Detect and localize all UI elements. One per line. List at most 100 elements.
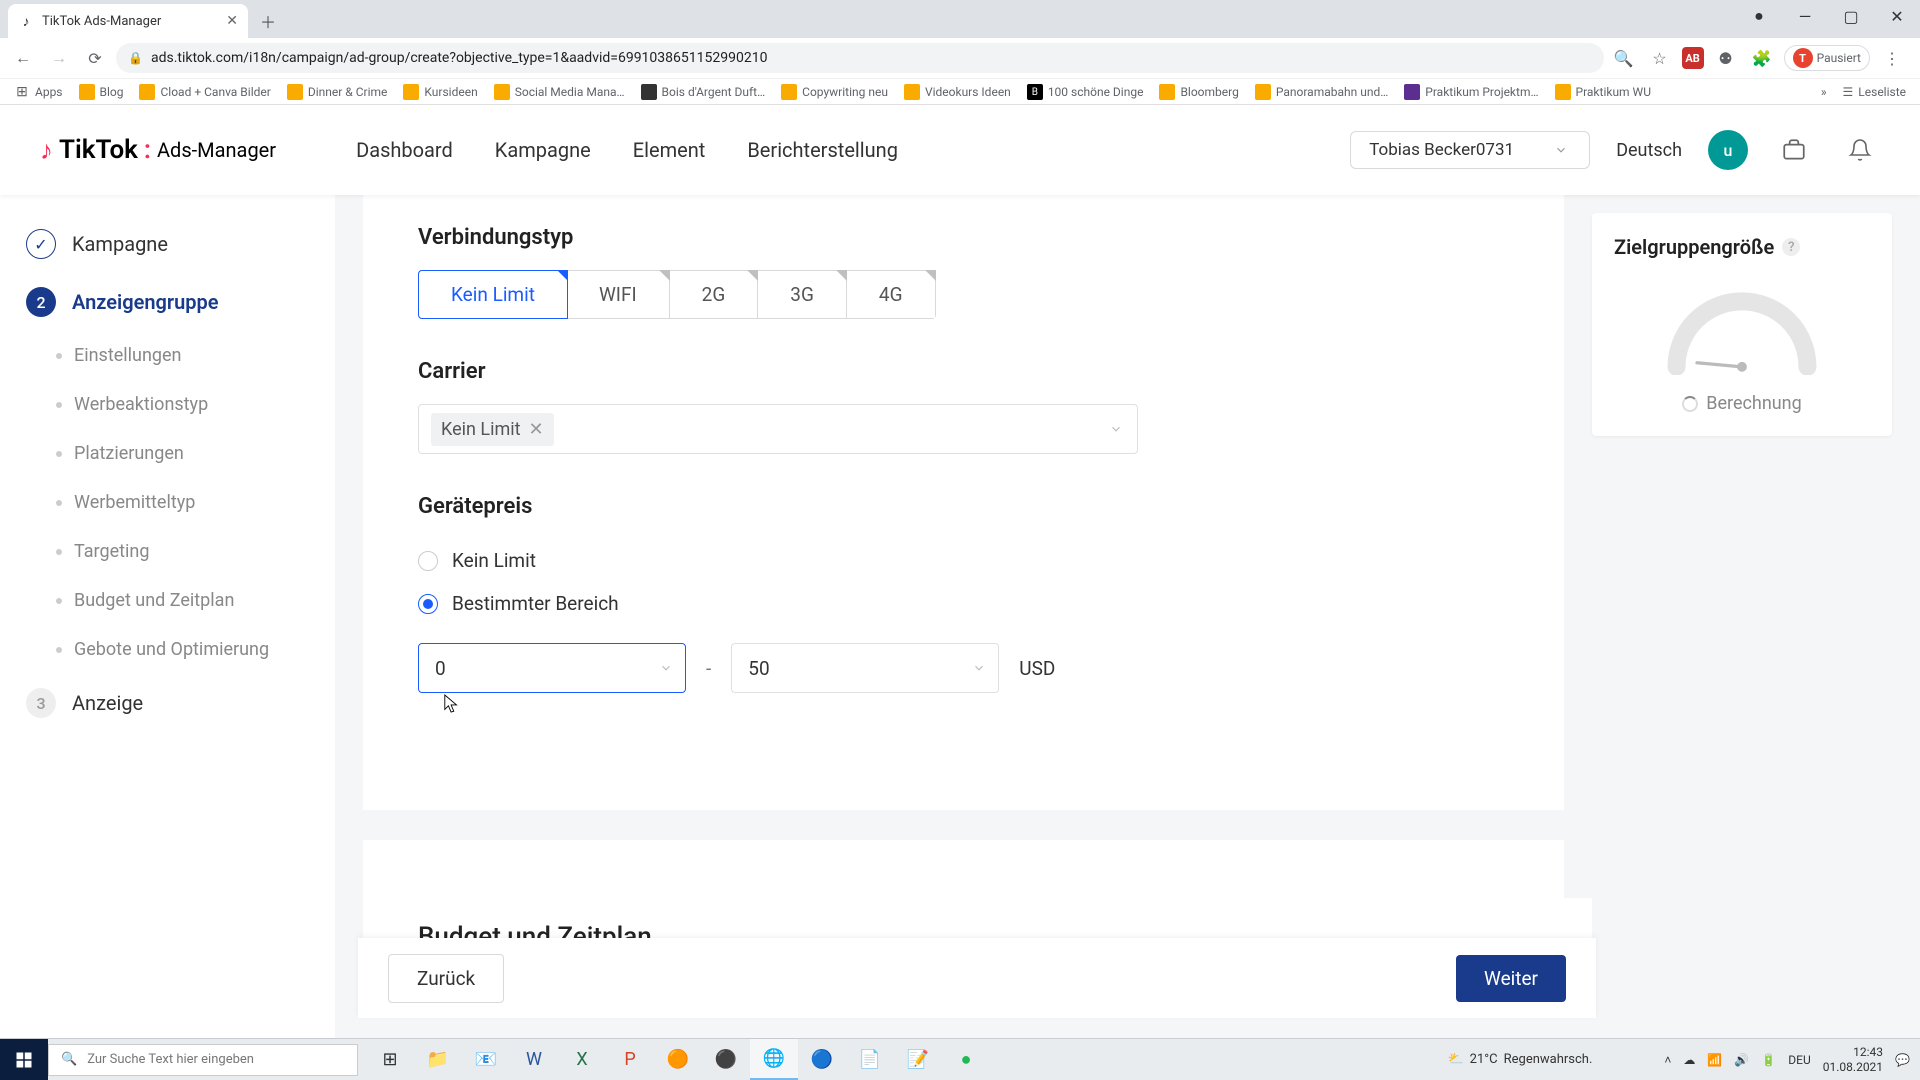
clock[interactable]: 12:43 01.08.2021 <box>1823 1045 1883 1074</box>
user-avatar[interactable]: u <box>1708 130 1748 170</box>
taskbar-search[interactable]: 🔍 Zur Suche Text hier eingeben <box>48 1044 358 1076</box>
remove-chip-icon[interactable]: ✕ <box>529 419 544 440</box>
seg-4g[interactable]: 4G <box>847 271 935 318</box>
step-kampagne[interactable]: ✓ Kampagne <box>0 215 335 273</box>
bookmark-item[interactable]: B100 schöne Dinge <box>1021 81 1150 103</box>
substep-einstellungen[interactable]: Einstellungen <box>46 331 335 380</box>
bell-icon[interactable] <box>1840 130 1880 170</box>
back-button[interactable]: ← <box>8 43 38 73</box>
explorer-icon[interactable]: 📁 <box>414 1039 462 1080</box>
radio-kein-limit[interactable]: Kein Limit <box>418 539 1509 582</box>
back-button[interactable]: Zurück <box>388 954 504 1003</box>
language-selector[interactable]: Deutsch <box>1616 140 1682 161</box>
bookmark-item[interactable]: Praktikum WU <box>1549 81 1657 103</box>
star-icon[interactable]: ☆ <box>1646 44 1674 72</box>
folder-icon <box>781 84 797 100</box>
bookmark-item[interactable]: Bois d'Argent Duft… <box>635 81 772 103</box>
logo[interactable]: ♪ TikTok : Ads-Manager <box>40 135 276 166</box>
nav-element[interactable]: Element <box>633 138 706 162</box>
bookmark-overflow[interactable]: » <box>1815 82 1833 102</box>
app-icon[interactable]: 📝 <box>894 1039 942 1080</box>
bookmark-item[interactable]: Copywriting neu <box>775 81 894 103</box>
seg-kein-limit[interactable]: Kein Limit <box>418 270 568 319</box>
step-anzeige[interactable]: 3 Anzeige <box>0 674 335 732</box>
bookmark-item[interactable]: Videokurs Ideen <box>898 81 1017 103</box>
input-lang[interactable]: DEU <box>1788 1053 1810 1067</box>
bookmark-item[interactable]: Blog <box>73 81 130 103</box>
bookmark-item[interactable]: Dinner & Crime <box>281 81 394 103</box>
apps-bookmark[interactable]: ⊞Apps <box>8 81 69 103</box>
currency-label: USD <box>1019 657 1055 680</box>
close-window-button[interactable]: ✕ <box>1874 0 1920 32</box>
edge-icon[interactable]: 🔵 <box>798 1039 846 1080</box>
account-dropdown[interactable]: Tobias Becker0731 <box>1350 131 1590 169</box>
seg-2g[interactable]: 2G <box>670 271 759 318</box>
step-anzeigengruppe[interactable]: 2 Anzeigengruppe <box>0 273 335 331</box>
reading-list-button[interactable]: ☰Leseliste <box>1837 82 1912 102</box>
radio-bestimmter-bereich[interactable]: Bestimmter Bereich <box>418 582 1509 625</box>
price-from-dropdown[interactable]: 0 <box>418 643 686 693</box>
obs-icon[interactable]: ⚫ <box>702 1039 750 1080</box>
profile-paused-pill[interactable]: T Pausiert <box>1784 45 1870 71</box>
app-icon[interactable]: 🟠 <box>654 1039 702 1080</box>
chrome-icon[interactable]: 🌐 <box>750 1039 798 1080</box>
nav-kampagne[interactable]: Kampagne <box>495 138 591 162</box>
substep-werbeaktionstyp[interactable]: Werbeaktionstyp <box>46 380 335 429</box>
bookmark-item[interactable]: Bloomberg <box>1153 81 1244 103</box>
reload-button[interactable]: ⟳ <box>80 43 110 73</box>
substep-werbemitteltyp[interactable]: Werbemitteltyp <box>46 478 335 527</box>
volume-icon[interactable]: 🔊 <box>1734 1053 1749 1067</box>
substep-gebote-optimierung[interactable]: Gebote und Optimierung <box>46 625 335 674</box>
connection-title: Verbindungstyp <box>418 225 1509 250</box>
substep-targeting[interactable]: Targeting <box>46 527 335 576</box>
carrier-select[interactable]: Kein Limit ✕ <box>418 404 1138 454</box>
substep-platzierungen[interactable]: Platzierungen <box>46 429 335 478</box>
briefcase-icon[interactable] <box>1774 130 1814 170</box>
nav-dashboard[interactable]: Dashboard <box>356 138 453 162</box>
url-field[interactable]: 🔒 ads.tiktok.com/i18n/campaign/ad-group/… <box>116 43 1604 73</box>
price-to-dropdown[interactable]: 50 <box>731 643 999 693</box>
network-icon[interactable]: 📶 <box>1707 1053 1722 1067</box>
forward-button[interactable]: → <box>44 43 74 73</box>
extensions-puzzle-icon[interactable]: 🧩 <box>1748 44 1776 72</box>
browser-tab[interactable]: ♪ TikTok Ads-Manager ✕ <box>8 4 248 38</box>
bookmark-item[interactable]: Kursideen <box>397 81 483 103</box>
zoom-icon[interactable]: 🔍 <box>1610 44 1638 72</box>
notifications-icon[interactable]: 💬 <box>1895 1053 1910 1067</box>
windows-taskbar: 🔍 Zur Suche Text hier eingeben ⊞ 📁 📧 W X… <box>0 1038 1920 1080</box>
spotify-icon[interactable]: ● <box>942 1039 990 1080</box>
extension-adblock-icon[interactable]: AB <box>1682 47 1704 69</box>
bookmark-item[interactable]: Cload + Canva Bilder <box>133 81 276 103</box>
battery-icon[interactable]: 🔋 <box>1761 1053 1776 1067</box>
minimize-button[interactable]: — <box>1782 0 1828 32</box>
powerpoint-icon[interactable]: P <box>606 1039 654 1080</box>
weather-widget[interactable]: ⛅ 21°C Regenwahrsch. <box>1447 1052 1592 1067</box>
task-view-icon[interactable]: ⊞ <box>366 1039 414 1080</box>
excel-icon[interactable]: X <box>558 1039 606 1080</box>
next-button[interactable]: Weiter <box>1456 955 1566 1002</box>
nav-berichterstellung[interactable]: Berichterstellung <box>747 138 898 162</box>
account-chrome-icon[interactable]: ● <box>1736 0 1782 32</box>
close-tab-icon[interactable]: ✕ <box>226 13 238 29</box>
maximize-button[interactable]: ▢ <box>1828 0 1874 32</box>
bookmark-item[interactable]: Social Media Mana… <box>488 81 631 103</box>
cursor-icon <box>443 693 461 715</box>
onedrive-icon[interactable]: ☁ <box>1683 1053 1695 1067</box>
word-icon[interactable]: W <box>510 1039 558 1080</box>
app-icon[interactable]: 📄 <box>846 1039 894 1080</box>
radio-label: Bestimmter Bereich <box>452 592 619 615</box>
substep-budget-zeitplan[interactable]: Budget und Zeitplan <box>46 576 335 625</box>
chip-label: Kein Limit <box>441 419 521 440</box>
help-icon[interactable]: ? <box>1782 238 1800 256</box>
menu-dots-icon[interactable]: ⋮ <box>1878 44 1906 72</box>
mail-icon[interactable]: 📧 <box>462 1039 510 1080</box>
tray-chevron-icon[interactable]: ˄ <box>1664 1053 1671 1067</box>
start-button[interactable] <box>0 1039 48 1080</box>
extension-generic-icon[interactable]: ⚉ <box>1712 44 1740 72</box>
bookmark-item[interactable]: Praktikum Projektm… <box>1398 81 1544 103</box>
seg-3g[interactable]: 3G <box>758 271 847 318</box>
bookmark-item[interactable]: Panoramabahn und… <box>1249 81 1394 103</box>
new-tab-button[interactable]: ＋ <box>254 7 282 35</box>
seg-wifi[interactable]: WIFI <box>567 271 670 318</box>
step-number: 2 <box>26 287 56 317</box>
